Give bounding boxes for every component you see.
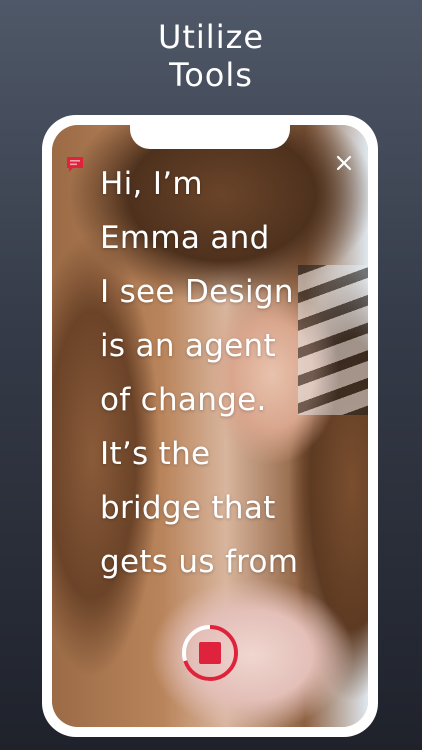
transcript-line: I see Design: [100, 274, 294, 310]
headline: Utilize Tools: [0, 18, 422, 94]
transcript-line: bridge that: [100, 490, 276, 526]
phone-frame: Hi, I’m Emma and I see Design is an agen…: [42, 115, 378, 737]
transcript-line: It’s the: [100, 436, 211, 472]
transcript-line: Hi, I’m: [100, 166, 203, 202]
transcript-line: is an agent: [100, 328, 276, 364]
caption-icon[interactable]: [66, 155, 84, 173]
transcript-text: Hi, I’m Emma and I see Design is an agen…: [100, 157, 362, 589]
headline-line-1: Utilize: [157, 18, 265, 56]
phone-screen: Hi, I’m Emma and I see Design is an agen…: [52, 125, 368, 727]
transcript-line: gets us from: [100, 544, 299, 580]
stop-recording-button[interactable]: [180, 623, 240, 683]
transcript-line: of change.: [100, 382, 267, 418]
stop-record-icon: [199, 642, 221, 664]
phone-notch: [130, 125, 290, 149]
headline-line-2: Tools: [169, 56, 253, 94]
transcript-line: Emma and: [100, 220, 270, 256]
